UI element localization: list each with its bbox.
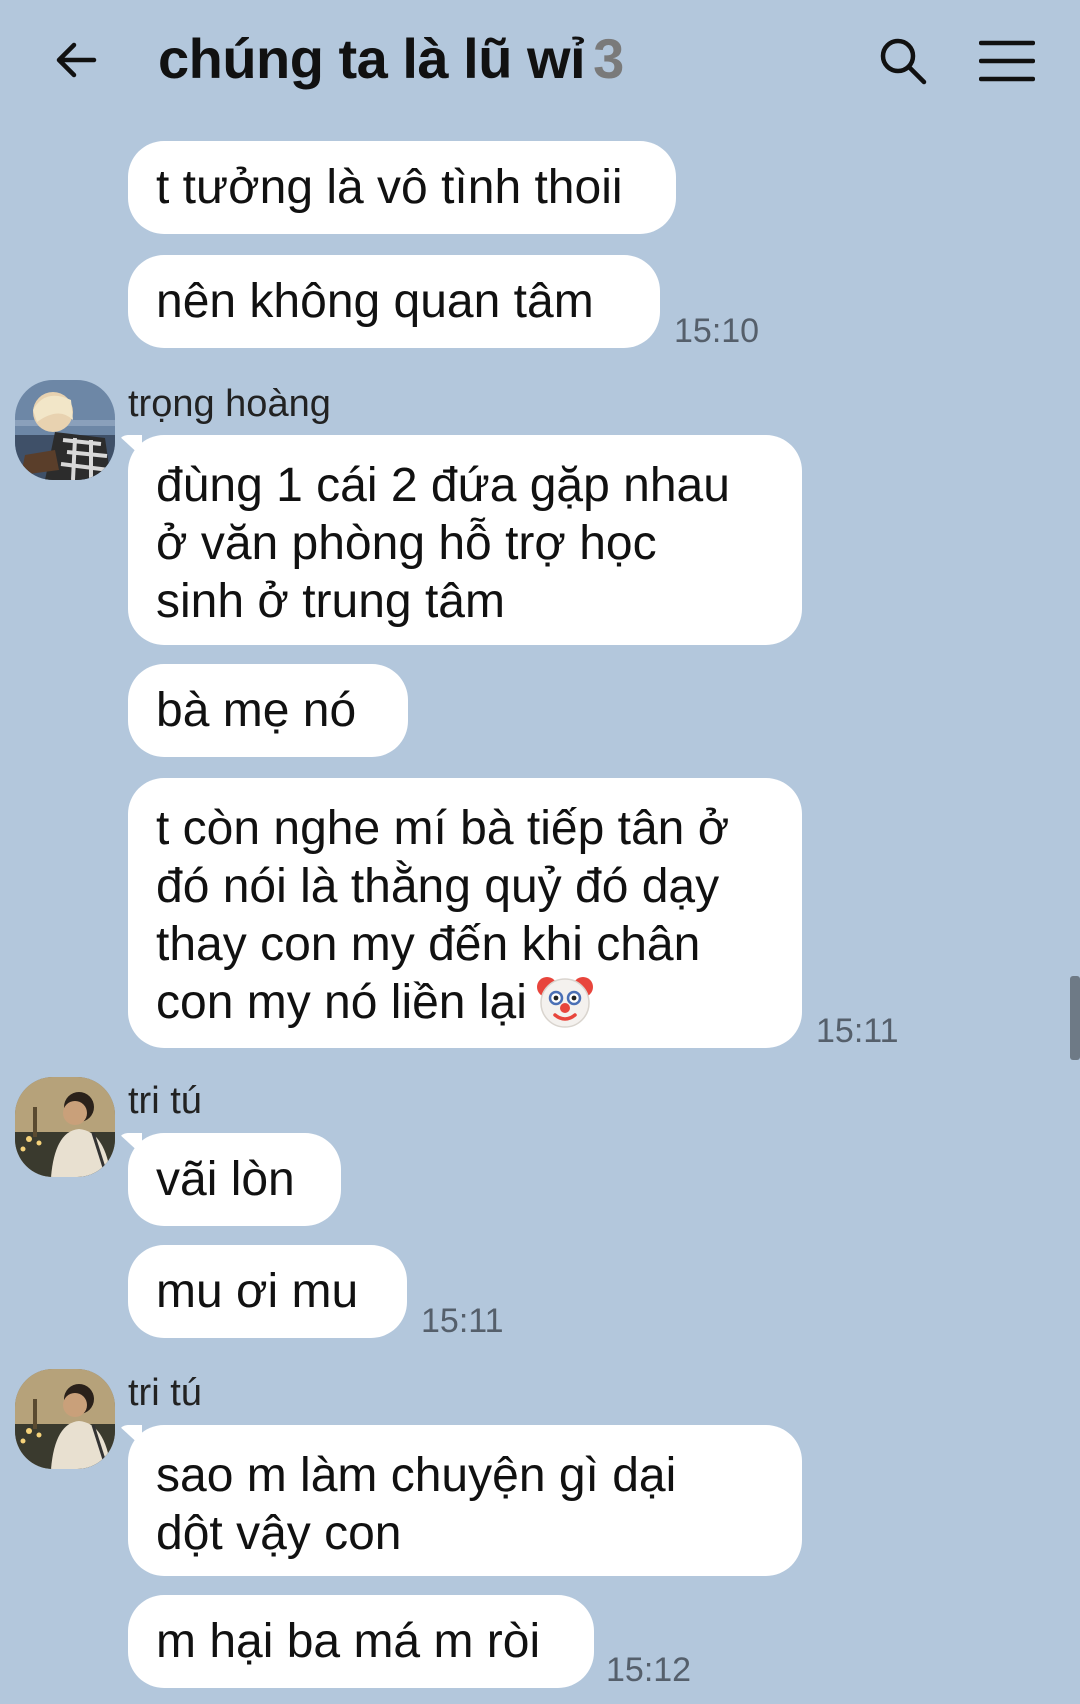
message-text: nên không quan tâm	[156, 274, 594, 328]
message-text: sao m làm chuyện gì dại dột vậy con	[156, 1449, 677, 1560]
chat-screen: chúng ta là lũ wỉ 3 t tưởng là vô tình th…	[0, 0, 1080, 1704]
avatar[interactable]	[15, 1369, 115, 1469]
message-bubble[interactable]: sao m làm chuyện gì dại dột vậy con	[128, 1425, 802, 1576]
message-text: t tưởng là vô tình thoii	[156, 160, 623, 214]
message-timestamp: 15:10	[674, 312, 760, 350]
sender-name: trọng hoàng	[128, 383, 331, 425]
avatar-image	[15, 1077, 115, 1177]
message-text: t còn nghe mí bà tiếp tân ở đó nói là th…	[156, 800, 729, 1035]
back-button[interactable]	[44, 24, 108, 96]
message-bubble[interactable]: t tưởng là vô tình thoii	[128, 141, 676, 234]
avatar[interactable]	[15, 1077, 115, 1177]
message-text: vãi lòn	[156, 1152, 295, 1206]
hamburger-menu-icon	[979, 40, 1035, 82]
message-text: m hại ba má m ròi	[156, 1614, 541, 1668]
message-timestamp: 15:11	[421, 1302, 504, 1340]
chat-title[interactable]: chúng ta là lũ wỉ 3	[158, 26, 624, 91]
sender-name: tri tú	[128, 1372, 202, 1414]
group-name: chúng ta là lũ wỉ	[158, 27, 586, 90]
arrow-left-icon	[56, 42, 97, 78]
message-text: mu ơi mu	[156, 1264, 359, 1318]
message-bubble[interactable]: nên không quan tâm	[128, 255, 660, 348]
scrollbar[interactable]	[1070, 976, 1080, 1060]
avatar[interactable]	[15, 380, 115, 480]
message-bubble[interactable]: m hại ba má m ròi	[128, 1595, 594, 1688]
avatar-image	[15, 380, 115, 480]
search-button[interactable]	[872, 30, 934, 92]
chat-header: chúng ta là lũ wỉ 3	[0, 0, 1080, 125]
sender-name: tri tú	[128, 1080, 202, 1122]
message-bubble[interactable]: mu ơi mu	[128, 1245, 407, 1338]
message-bubble[interactable]: t còn nghe mí bà tiếp tân ở đó nói là th…	[128, 778, 802, 1048]
message-text: bà mẹ nó	[156, 683, 357, 737]
message-bubble[interactable]: vãi lòn	[128, 1133, 341, 1226]
message-timestamp: 15:12	[606, 1651, 692, 1689]
message-text: đùng 1 cái 2 đứa gặp nhau ở văn phòng hỗ…	[156, 459, 730, 628]
avatar-image	[15, 1369, 115, 1469]
clown-face-emoji	[535, 971, 595, 1031]
message-bubble[interactable]: bà mẹ nó	[128, 664, 408, 757]
message-bubble[interactable]: đùng 1 cái 2 đứa gặp nhau ở văn phòng hỗ…	[128, 435, 802, 645]
message-timestamp: 15:11	[816, 1012, 899, 1050]
menu-button[interactable]	[976, 30, 1038, 92]
search-icon	[880, 38, 927, 85]
member-count: 3	[593, 27, 624, 90]
